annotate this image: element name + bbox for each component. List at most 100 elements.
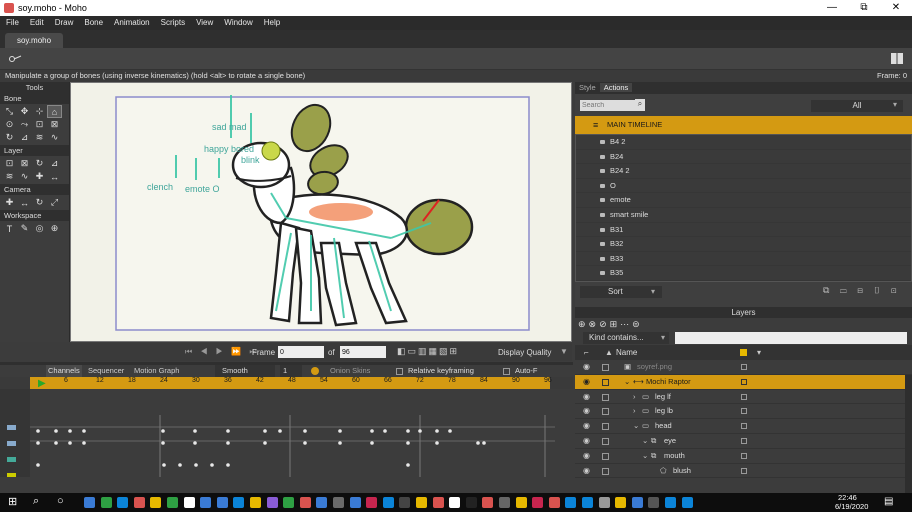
translate-layer-icon[interactable]: ⊠ — [18, 158, 31, 169]
taskbar-app-icon[interactable] — [117, 497, 129, 508]
action-item[interactable]: B31 — [576, 223, 911, 238]
minimize-button[interactable]: — — [816, 0, 848, 16]
zoom-camera-icon[interactable]: ↔ — [18, 197, 31, 208]
action-item[interactable]: B33 — [576, 252, 911, 267]
close-button[interactable]: ✕ — [880, 0, 912, 16]
sort-dropdown[interactable]: Sort — [580, 285, 662, 298]
shear-layer-icon[interactable]: ≋ — [3, 171, 16, 182]
keyframe-dot[interactable] — [226, 441, 230, 445]
taskbar-app-icon[interactable] — [150, 497, 162, 508]
relative-keyframing-checkbox[interactable] — [396, 368, 403, 375]
keyframe-dot[interactable] — [178, 463, 182, 467]
action-item[interactable]: B4 2 — [576, 135, 911, 150]
taskbar-app-icon[interactable] — [250, 497, 261, 508]
layer-color-box[interactable] — [741, 437, 747, 444]
track-camera-icon[interactable]: ✚ — [3, 197, 16, 208]
taskbar-app-icon[interactable] — [665, 497, 676, 508]
keyframe-dot[interactable] — [68, 429, 72, 433]
interpolation-dropdown[interactable]: Smooth — [215, 365, 275, 377]
action-item[interactable]: B24 2 — [576, 164, 911, 179]
layer-checkbox[interactable] — [602, 364, 609, 371]
keyframe-dot[interactable] — [54, 441, 58, 445]
action-item[interactable]: emote — [576, 193, 911, 208]
keyframe-dot[interactable] — [476, 441, 480, 445]
bone-physics-icon[interactable]: ≋ — [33, 132, 46, 143]
layer-color-box[interactable] — [741, 423, 747, 430]
total-frames-input[interactable] — [340, 346, 386, 358]
keyframe-dot[interactable] — [194, 463, 198, 467]
taskbar-app-icon[interactable] — [598, 497, 610, 508]
tab-style[interactable]: Style — [575, 83, 600, 92]
taskbar-app-icon[interactable] — [183, 497, 195, 508]
taskbar-app-icon[interactable] — [532, 497, 544, 508]
taskbar-app-icon[interactable] — [582, 497, 593, 508]
bone-strength-icon[interactable]: ⊙ — [3, 119, 16, 130]
taskbar-app-icon[interactable] — [366, 497, 378, 508]
layer-row[interactable]: ◉ ⬠ blush — [575, 464, 912, 479]
layers-scrollbar[interactable] — [905, 375, 912, 493]
layer-row[interactable]: ◉ › ▭ leg lb — [575, 404, 912, 420]
main-timeline-row[interactable]: ≡ MAIN TIMELINE — [575, 116, 912, 134]
taskbar-app-icon[interactable] — [283, 497, 295, 508]
visibility-eye-icon[interactable]: ◉ — [583, 434, 590, 448]
visibility-eye-icon[interactable]: ◉ — [583, 464, 590, 478]
taskbar-app-icon[interactable] — [333, 497, 344, 508]
keyframe-dot[interactable] — [418, 429, 422, 433]
layer-checkbox[interactable] — [602, 378, 609, 386]
playhead-icon[interactable]: ▶ — [38, 378, 46, 389]
visibility-eye-icon[interactable]: ◉ — [583, 419, 590, 433]
keyframe-dot[interactable] — [263, 429, 267, 433]
keyframe-dot[interactable] — [338, 441, 342, 445]
keyframe-dot[interactable] — [435, 441, 439, 445]
rotate-workspace-icon[interactable]: ◎ — [33, 223, 46, 234]
layer-row[interactable]: ◉ ▣ soyref.png — [575, 360, 912, 375]
taskbar-app-icon[interactable] — [84, 497, 95, 508]
taskbar-app-icon[interactable] — [648, 497, 660, 508]
layer-checkbox[interactable] — [602, 467, 609, 475]
keyframe-dot[interactable] — [161, 441, 165, 445]
canvas-artwork[interactable] — [71, 83, 573, 343]
auto-freeze-checkbox[interactable] — [503, 368, 510, 375]
bind-points-icon[interactable]: ⊠ — [48, 119, 61, 130]
visibility-eye-icon[interactable]: ◉ — [583, 390, 590, 404]
keyframe-grid[interactable] — [0, 389, 573, 477]
layer-row[interactable]: ◉ › ▭ leg lf — [575, 390, 912, 405]
action-item[interactable]: B24 — [576, 150, 911, 165]
taskbar-app-icon[interactable] — [465, 497, 477, 508]
flip-layer-icon[interactable]: ∿ — [18, 171, 31, 182]
action-item[interactable]: B32 — [576, 237, 911, 252]
canvas-viewport[interactable]: sad mad happy bored blink clench emote O — [70, 82, 572, 342]
layer-color-box[interactable] — [741, 467, 747, 474]
zoom-icon[interactable]: ✎ — [18, 223, 31, 234]
keyframe-dot[interactable] — [406, 463, 410, 467]
menu-edit[interactable]: Edit — [24, 16, 49, 29]
taskbar-app-icon[interactable] — [565, 497, 577, 508]
layer-row[interactable]: ◉ ⌄ ▭ head — [575, 419, 912, 434]
keyframe-dot[interactable] — [226, 463, 230, 467]
taskbar-app-icon[interactable] — [681, 497, 693, 508]
taskbar-app-icon[interactable] — [233, 497, 245, 508]
keyframe-dot[interactable] — [383, 429, 387, 433]
taskbar-app-icon[interactable] — [548, 497, 560, 508]
taskbar-app-icon[interactable] — [200, 497, 212, 508]
tab-motion-graph[interactable]: Motion Graph — [134, 365, 179, 377]
visibility-eye-icon[interactable]: ◉ — [583, 404, 590, 418]
expand-chevron-icon[interactable]: ⌄ — [624, 375, 630, 389]
hand-icon[interactable]: T — [3, 223, 16, 234]
layer-color-box[interactable] — [741, 452, 747, 459]
taskbar-app-icon[interactable] — [299, 497, 311, 508]
keyframe-dot[interactable] — [370, 441, 374, 445]
taskbar-app-icon[interactable] — [133, 497, 145, 508]
taskbar-app-icon[interactable] — [399, 497, 411, 508]
keyframe-dot[interactable] — [406, 441, 410, 445]
layer-filter-input[interactable] — [675, 332, 907, 344]
layer-checkbox[interactable] — [602, 452, 609, 460]
layer-row[interactable]: ◉ ⌄ ⧉ eye — [575, 434, 912, 449]
expand-chevron-icon[interactable]: ⌄ — [642, 449, 648, 463]
maximize-button[interactable]: ⧉ — [848, 0, 880, 16]
keyframe-dot[interactable] — [303, 441, 307, 445]
search-icon[interactable]: ⌕ — [33, 495, 39, 508]
reparent-bone-icon[interactable]: ⌂ — [47, 105, 62, 118]
keyframe-dot[interactable] — [161, 429, 165, 433]
layer-color-box[interactable] — [741, 393, 747, 400]
